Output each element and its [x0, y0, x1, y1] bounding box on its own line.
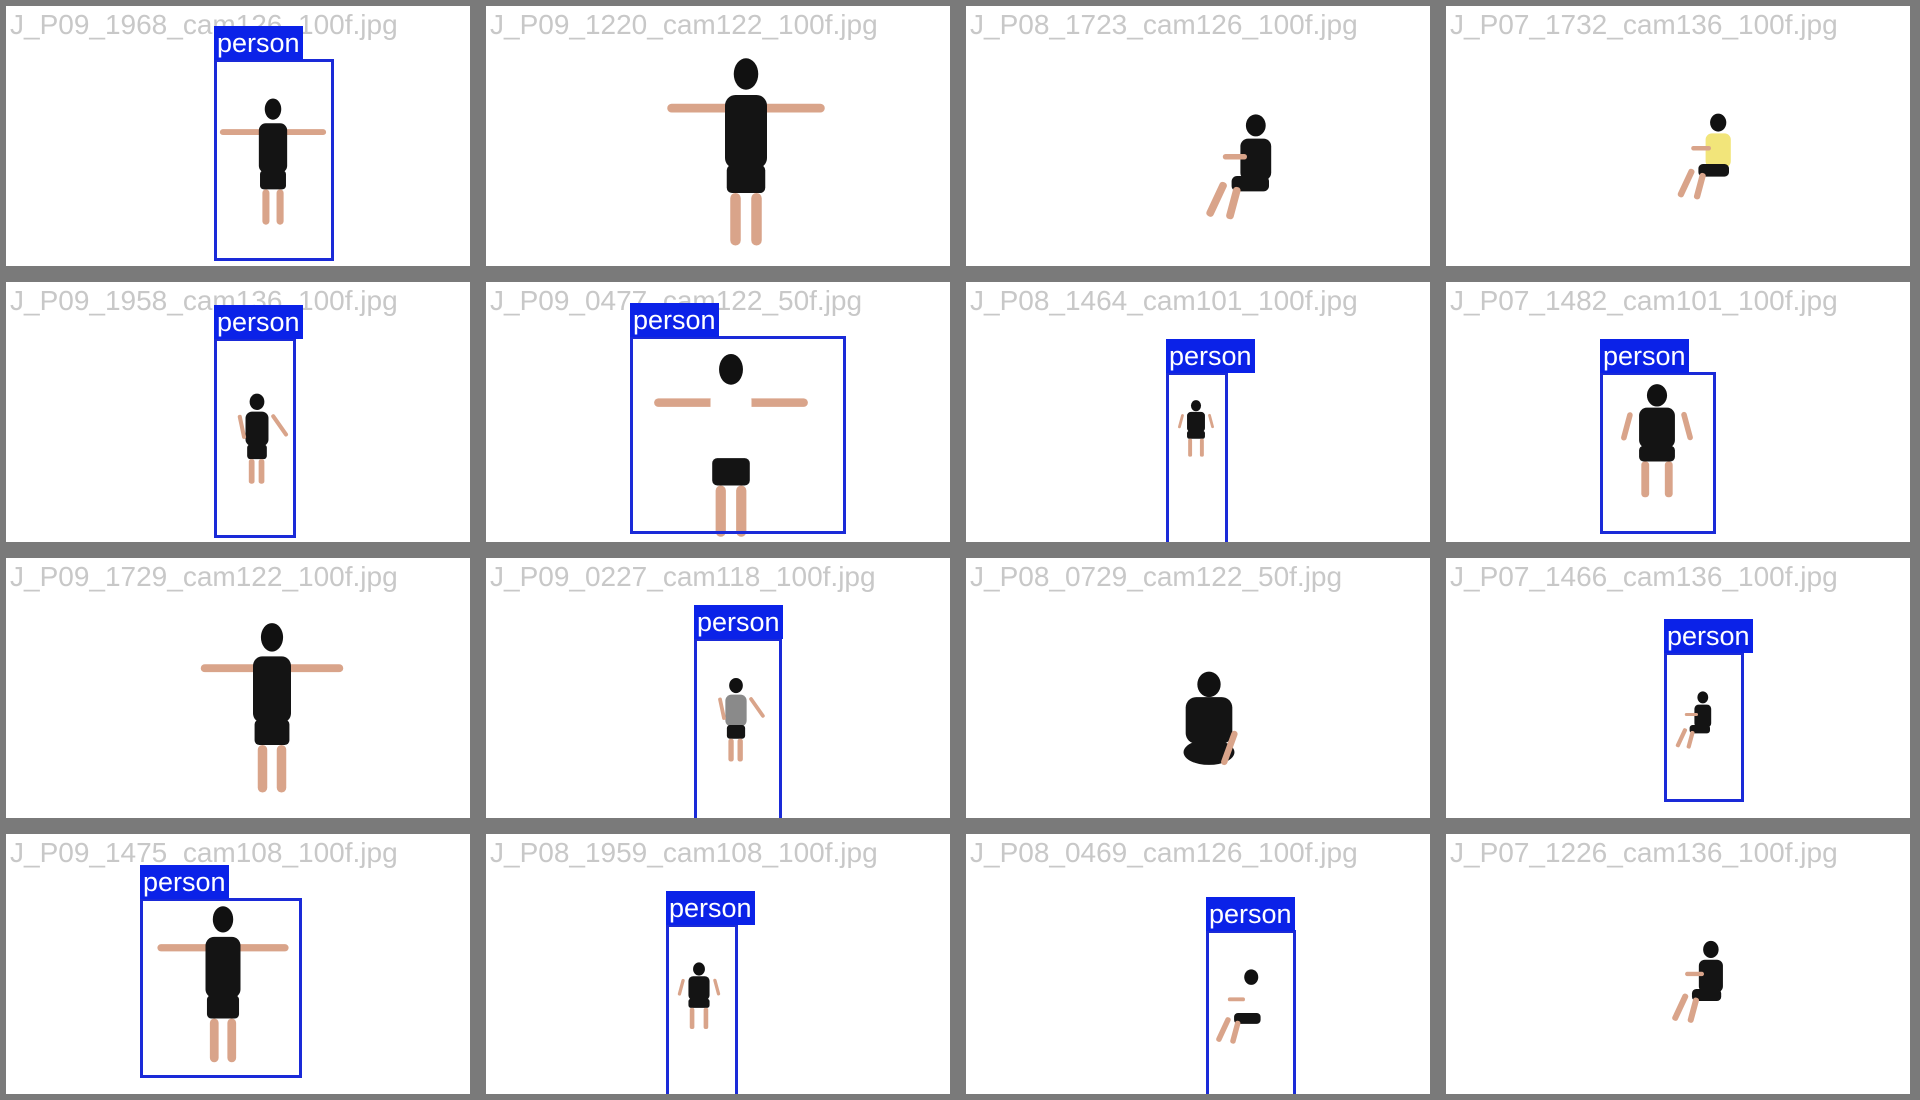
tile-filename: J_P08_1723_cam126_100f.jpg [970, 9, 1358, 40]
detection-box: person [1600, 339, 1716, 534]
detection-label: person [666, 891, 755, 925]
person-figure [1206, 114, 1272, 220]
detection-box: person [1664, 619, 1753, 802]
result-tile: J_P09_1968_cam126_100f.jpg person [6, 6, 470, 266]
tile-filename: J_P07_1226_cam136_100f.jpg [1450, 837, 1838, 868]
person-figure [667, 58, 825, 246]
detection-box: person [666, 891, 755, 1094]
person-figure [1183, 671, 1238, 766]
detection-label: person [1664, 619, 1753, 653]
person-figure [1677, 113, 1731, 200]
result-tile: J_P07_1482_cam101_100f.jpgperson [1446, 282, 1910, 542]
detection-box: person [214, 305, 303, 538]
tile-filename: J_P09_1958_cam136_100f.jpg [10, 285, 398, 316]
detection-label: person [694, 605, 783, 639]
person-figure [1672, 940, 1723, 1023]
detection-box: person [140, 865, 302, 1078]
detection-label: person [1166, 339, 1255, 373]
detection-box: person [1166, 339, 1255, 542]
detection-label: person [630, 303, 719, 337]
detection-results-grid: J_P09_1968_cam126_100f.jpg person J_P09_12… [0, 0, 1920, 1100]
tile-filename: J_P07_1466_cam136_100f.jpg [1450, 561, 1838, 592]
result-tile: J_P09_0477_cam122_50f.jpg person [486, 282, 950, 542]
result-tile: J_P08_1723_cam126_100f.jpg [966, 6, 1430, 266]
detection-box: person [1206, 897, 1296, 1094]
result-tile: J_P08_1959_cam108_100f.jpgperson [486, 834, 950, 1094]
detection-label: person [1206, 897, 1295, 931]
tile-filename: J_P09_1220_cam122_100f.jpg [490, 9, 878, 40]
detection-label: person [140, 865, 229, 899]
result-tile: J_P09_0227_cam118_100f.jpgperson [486, 558, 950, 818]
tile-filename: J_P07_1732_cam136_100f.jpg [1450, 9, 1838, 40]
result-tile: J_P08_0729_cam122_50f.jpg [966, 558, 1430, 818]
detection-label: person [214, 26, 303, 60]
tile-filename: J_P09_0227_cam118_100f.jpg [490, 561, 876, 592]
tile-filename: J_P09_1968_cam126_100f.jpg [10, 9, 398, 40]
tile-filename: J_P07_1482_cam101_100f.jpg [1450, 285, 1838, 316]
result-tile: J_P07_1466_cam136_100f.jpgperson [1446, 558, 1910, 818]
result-tile: J_P08_0469_cam126_100f.jpgperson [966, 834, 1430, 1094]
result-tile: J_P07_1732_cam136_100f.jpg [1446, 6, 1910, 266]
tile-filename: J_P08_1464_cam101_100f.jpg [970, 285, 1358, 316]
tile-filename: J_P08_0469_cam126_100f.jpg [970, 837, 1358, 868]
result-tile: J_P09_1958_cam136_100f.jpg person [6, 282, 470, 542]
detection-label: person [1600, 339, 1689, 373]
tile-filename: J_P09_1729_cam122_100f.jpg [10, 561, 398, 592]
tile-filename: J_P08_0729_cam122_50f.jpg [970, 561, 1343, 592]
detection-box: person [694, 605, 783, 818]
result-tile: J_P09_1729_cam122_100f.jpg [6, 558, 470, 818]
result-tile: J_P09_1220_cam122_100f.jpg [486, 6, 950, 266]
detection-label: person [214, 305, 303, 339]
detection-box: person [630, 303, 846, 534]
person-figure [200, 623, 344, 793]
tile-filename: J_P08_1959_cam108_100f.jpg [490, 837, 878, 868]
detection-box: person [214, 26, 334, 261]
result-tile: J_P07_1226_cam136_100f.jpg [1446, 834, 1910, 1094]
result-tile: J_P09_1475_cam108_100f.jpg person [6, 834, 470, 1094]
result-tile: J_P08_1464_cam101_100f.jpgperson [966, 282, 1430, 542]
